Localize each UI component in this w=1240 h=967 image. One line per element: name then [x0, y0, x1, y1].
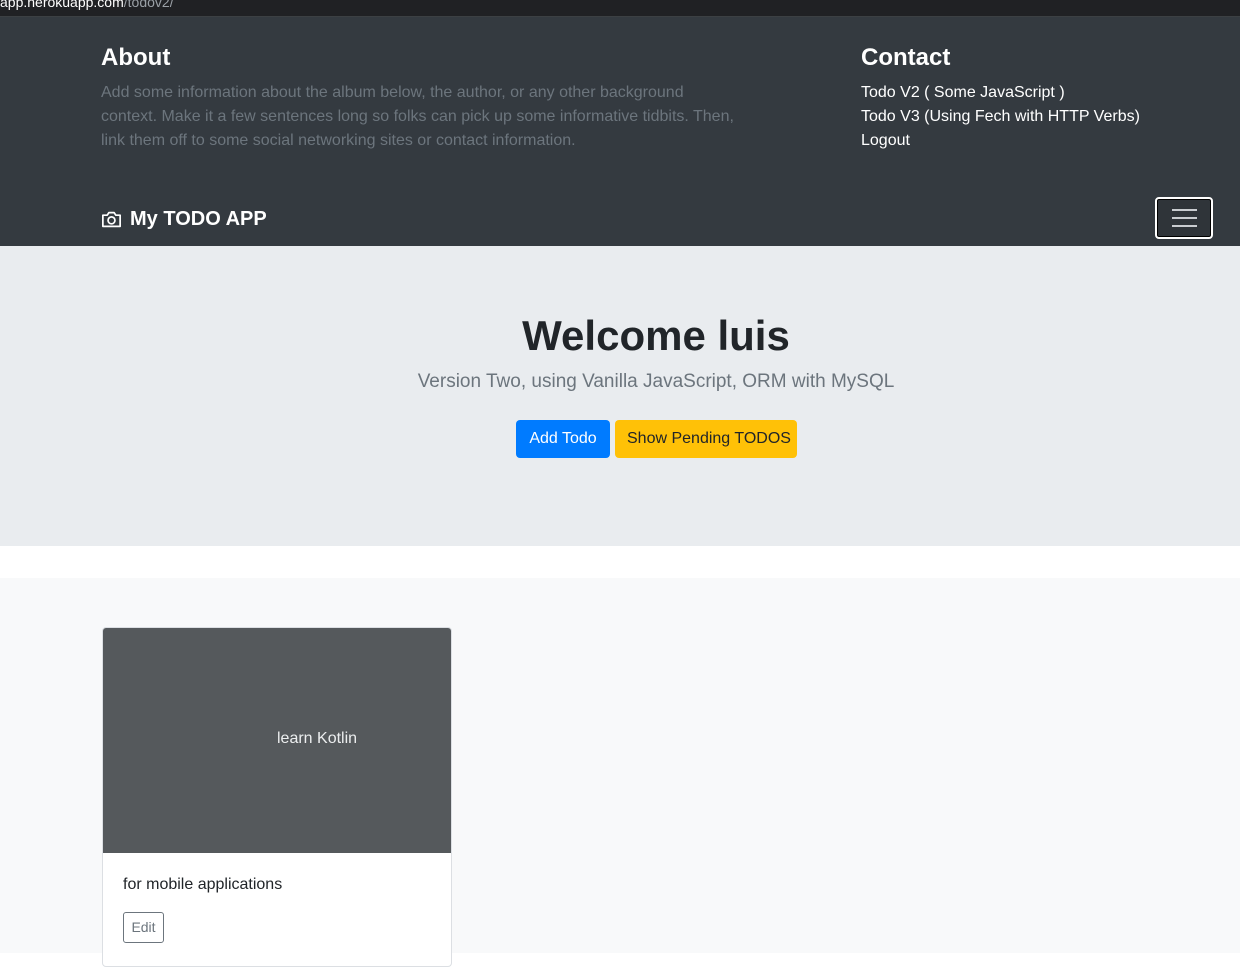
browser-url-bar[interactable]: app.herokuapp.com/todov2/ — [0, 0, 1240, 17]
todo-album: learn Kotlin for mobile applications Edi… — [0, 578, 1240, 967]
about-text: Add some information about the album bel… — [101, 84, 734, 149]
todo-card: learn Kotlin for mobile applications Edi… — [102, 627, 452, 967]
edit-todo-button[interactable]: Edit — [123, 912, 164, 943]
hamburger-menu-icon — [1172, 209, 1197, 211]
url-host: app.herokuapp.com — [0, 0, 124, 10]
navbar-toggler-button[interactable] — [1155, 197, 1213, 239]
hamburger-line — [1172, 217, 1197, 219]
contact-link-logout[interactable]: Logout — [861, 129, 1191, 153]
site-header: About Add some information about the alb… — [0, 17, 1240, 246]
url-path: /todov2/ — [123, 0, 174, 10]
contact-links: Todo V2 ( Some JavaScript ) Todo V3 (Usi… — [861, 81, 1191, 153]
hamburger-line — [1172, 225, 1197, 227]
todo-title: learn Kotlin — [277, 730, 358, 747]
navbar-brand[interactable]: My TODO APP — [101, 206, 267, 232]
jumbotron-lead: Version Two, using Vanilla JavaScript, O… — [417, 371, 895, 392]
show-pending-todos-button[interactable]: Show Pending TODOS — [615, 420, 797, 458]
jumbotron: Welcome luis Version Two, using Vanilla … — [0, 246, 1240, 546]
about-title: About — [101, 44, 171, 71]
brand-label: My TODO APP — [130, 208, 267, 230]
contact-section: Contact Todo V2 ( Some JavaScript ) Todo… — [861, 41, 1191, 153]
add-todo-button[interactable]: Add Todo — [516, 420, 610, 458]
contact-link-todo-v2[interactable]: Todo V2 ( Some JavaScript ) — [861, 81, 1191, 105]
contact-title: Contact — [861, 44, 951, 71]
contact-link-todo-v3[interactable]: Todo V3 (Using Fech with HTTP Verbs) — [861, 105, 1191, 129]
todo-card-image: learn Kotlin — [103, 628, 451, 853]
camera-icon — [102, 211, 121, 227]
welcome-heading: Welcome luis — [522, 312, 790, 359]
browser-url[interactable]: app.herokuapp.com/todov2/ — [0, 0, 174, 10]
todo-description: for mobile applications — [123, 876, 283, 893]
about-section: About Add some information about the alb… — [101, 41, 741, 153]
